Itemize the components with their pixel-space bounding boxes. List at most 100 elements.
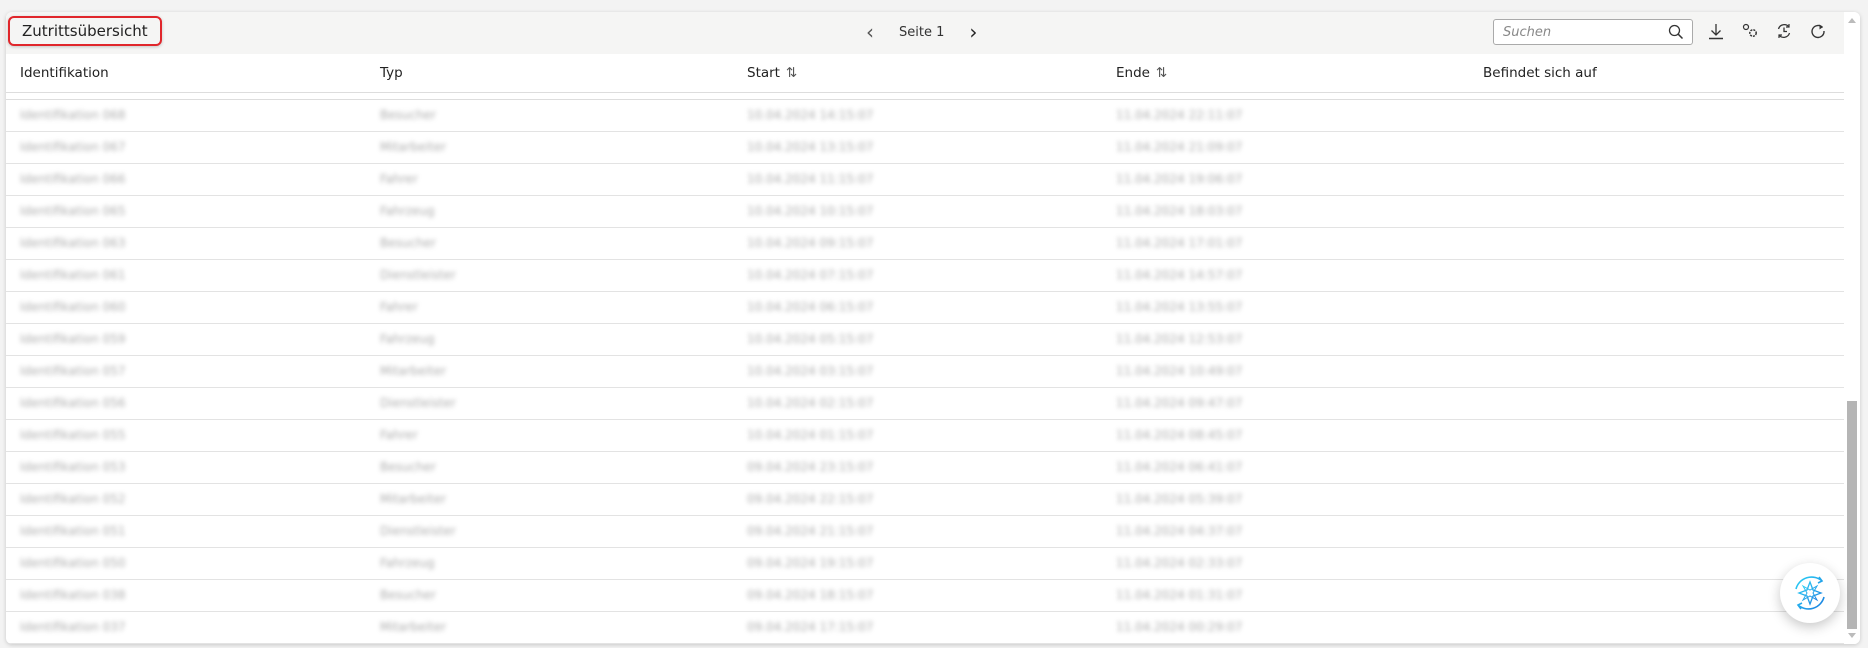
cell-id: Identifikation 050 — [20, 556, 126, 570]
column-header-end[interactable]: Ende ⇅ — [1116, 65, 1167, 81]
cell-start: 10.04.2024 03:15:07 — [747, 364, 874, 378]
table-body: Identifikation 068 Besucher 10.04.2024 14:… — [6, 100, 1844, 644]
cell-id: Identifikation 053 — [20, 460, 126, 474]
cell-end: 11.04.2024 09:47:07 — [1116, 396, 1243, 410]
cell-start: 10.04.2024 14:15:07 — [747, 108, 874, 122]
column-label: Identifikation — [20, 65, 109, 81]
cell-id: Identifikation 065 — [20, 204, 126, 218]
pagination: ‹ Seite 1 › — [861, 20, 982, 44]
cell-id: Identifikation 055 — [20, 428, 126, 442]
download-icon[interactable] — [1706, 20, 1726, 42]
cell-type: Besucher — [380, 236, 436, 250]
compass-sync-icon — [1795, 576, 1825, 610]
column-label: Start — [747, 65, 780, 81]
cell-end: 11.04.2024 18:03:07 — [1116, 204, 1243, 218]
assistant-button[interactable] — [1780, 563, 1840, 623]
cell-type: Fahrer — [380, 428, 418, 442]
cell-type: Fahrzeug — [380, 204, 435, 218]
cell-id: Identifikation 051 — [20, 524, 126, 538]
cell-type: Besucher — [380, 108, 436, 122]
cell-id: Identifikation 060 — [20, 300, 126, 314]
table-row[interactable]: Identifikation 065 Fahrzeug 10.04.2024 10:… — [6, 196, 1844, 228]
cell-end: 11.04.2024 04:37:07 — [1116, 524, 1243, 538]
table-row[interactable]: Identifikation 067 Mitarbeiter 10.04.2024 … — [6, 132, 1844, 164]
cell-type: Mitarbeiter — [380, 140, 447, 154]
cell-start: 10.04.2024 07:15:07 — [747, 268, 874, 282]
cell-id: Identifikation 059 — [20, 332, 126, 346]
cell-type: Fahrzeug — [380, 332, 435, 346]
column-header-type[interactable]: Typ — [380, 65, 403, 81]
cell-end: 11.04.2024 17:01:07 — [1116, 236, 1243, 250]
cell-start: 09.04.2024 23:15:07 — [747, 460, 874, 474]
table-row[interactable]: Identifikation 037 Mitarbeiter 09.04.2024 … — [6, 612, 1844, 644]
cell-type: Besucher — [380, 588, 436, 602]
search-icon[interactable] — [1668, 24, 1684, 44]
cell-id: Identifikation 067 — [20, 140, 126, 154]
table-row[interactable]: Identifikation 059 Fahrzeug 10.04.2024 05:… — [6, 324, 1844, 356]
cell-id: Identifikation 038 — [20, 588, 126, 602]
column-label: Typ — [380, 65, 403, 81]
cell-type: Mitarbeiter — [380, 492, 447, 506]
cell-type: Dienstleister — [380, 396, 456, 410]
cell-end: 11.04.2024 10:49:07 — [1116, 364, 1243, 378]
cell-end: 11.04.2024 05:39:07 — [1116, 492, 1243, 506]
cell-start: 09.04.2024 17:15:07 — [747, 620, 874, 634]
search-box — [1493, 19, 1693, 45]
table-row[interactable]: Identifikation 068 Besucher 10.04.2024 14:… — [6, 100, 1844, 132]
cell-id: Identifikation 057 — [20, 364, 126, 378]
cell-type: Fahrer — [380, 172, 418, 186]
cell-type: Fahrer — [380, 300, 418, 314]
cell-start: 10.04.2024 10:15:07 — [747, 204, 874, 218]
vertical-scrollbar[interactable] — [1844, 12, 1860, 644]
table-row[interactable]: Identifikation 052 Mitarbeiter 09.04.2024 … — [6, 484, 1844, 516]
settings-gears-icon[interactable] — [1740, 20, 1760, 42]
table-row[interactable]: Identifikation 053 Besucher 09.04.2024 23:… — [6, 452, 1844, 484]
cell-id: Identifikation 063 — [20, 236, 126, 250]
reload-icon[interactable] — [1808, 20, 1828, 42]
cell-end: 11.04.2024 01:31:07 — [1116, 588, 1243, 602]
table-row[interactable]: Identifikation 066 Fahrer 10.04.2024 11:15… — [6, 164, 1844, 196]
cell-end: 11.04.2024 22:11:07 — [1116, 108, 1243, 122]
table-row[interactable]: Identifikation 050 Fahrzeug 09.04.2024 19:… — [6, 548, 1844, 580]
sort-icon[interactable]: ⇅ — [1156, 65, 1167, 81]
cell-start: 10.04.2024 05:15:07 — [747, 332, 874, 346]
table-header: Identifikation Typ Start ⇅ Ende ⇅ Befindet… — [6, 54, 1844, 93]
cell-end: 11.04.2024 21:09:07 — [1116, 140, 1243, 154]
toolbar: Zutrittsübersicht ‹ Seite 1 › — [6, 12, 1844, 54]
scroll-up-arrow-icon[interactable] — [1848, 18, 1856, 23]
search-input[interactable] — [1494, 20, 1654, 44]
cell-end: 11.04.2024 14:57:07 — [1116, 268, 1243, 282]
cell-type: Fahrzeug — [380, 556, 435, 570]
column-header-start[interactable]: Start ⇅ — [747, 65, 797, 81]
table-row[interactable]: Identifikation 063 Besucher 10.04.2024 09:… — [6, 228, 1844, 260]
cell-start: 09.04.2024 21:15:07 — [747, 524, 874, 538]
previous-page-button[interactable]: ‹ — [861, 20, 879, 44]
cell-type: Dienstleister — [380, 524, 456, 538]
cell-id: Identifikation 056 — [20, 396, 126, 410]
cell-start: 10.04.2024 06:15:07 — [747, 300, 874, 314]
next-page-button[interactable]: › — [964, 20, 982, 44]
cell-end: 11.04.2024 08:45:07 — [1116, 428, 1243, 442]
table-row[interactable]: Identifikation 060 Fahrer 10.04.2024 06:15… — [6, 292, 1844, 324]
column-label: Ende — [1116, 65, 1150, 81]
cell-start: 09.04.2024 18:15:07 — [747, 588, 874, 602]
history-refresh-icon[interactable] — [1774, 20, 1794, 42]
sort-icon[interactable]: ⇅ — [786, 65, 797, 81]
table-row[interactable]: Identifikation 051 Dienstleister 09.04.202… — [6, 516, 1844, 548]
cell-end: 11.04.2024 02:33:07 — [1116, 556, 1243, 570]
column-label: Befindet sich auf — [1483, 65, 1597, 81]
cell-id: Identifikation 061 — [20, 268, 126, 282]
access-overview-panel: Zutrittsübersicht ‹ Seite 1 › Identifika… — [6, 12, 1860, 644]
table-row[interactable]: Identifikation 057 Mitarbeiter 10.04.2024 … — [6, 356, 1844, 388]
table-row[interactable]: Identifikation 038 Besucher 09.04.2024 18:… — [6, 580, 1844, 612]
column-header-identification[interactable]: Identifikation — [20, 65, 109, 81]
cell-id: Identifikation 066 — [20, 172, 126, 186]
scroll-down-arrow-icon[interactable] — [1848, 633, 1856, 638]
scrollbar-thumb[interactable] — [1847, 401, 1857, 629]
cell-start: 09.04.2024 22:15:07 — [747, 492, 874, 506]
table-row[interactable]: Identifikation 055 Fahrer 10.04.2024 01:15… — [6, 420, 1844, 452]
cell-end: 11.04.2024 06:41:07 — [1116, 460, 1243, 474]
table-row[interactable]: Identifikation 061 Dienstleister 10.04.202… — [6, 260, 1844, 292]
column-header-location[interactable]: Befindet sich auf — [1483, 65, 1597, 81]
table-row[interactable]: Identifikation 056 Dienstleister 10.04.202… — [6, 388, 1844, 420]
